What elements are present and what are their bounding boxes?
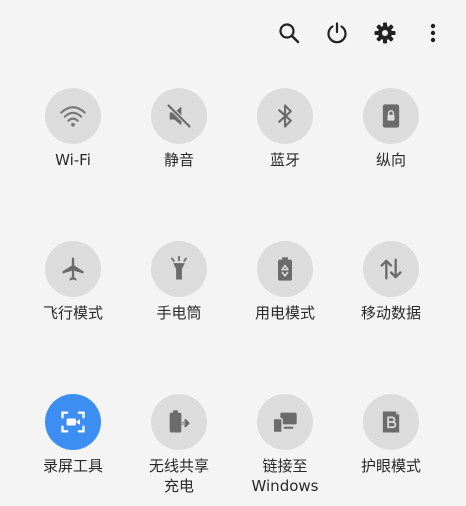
tile-bluetooth[interactable]: 蓝牙 (230, 88, 340, 170)
wireless-powershare-toggle[interactable] (151, 394, 207, 450)
tile-label: 护眼模式 (360, 457, 421, 475)
tile-airplane[interactable]: 飞行模式 (18, 241, 128, 323)
more-vert-icon (430, 23, 436, 43)
tile-label: Wi-Fi (55, 151, 91, 169)
link-to-windows-toggle[interactable] (257, 394, 313, 450)
tile-wifi[interactable]: Wi-Fi (18, 88, 128, 170)
power-mode-toggle[interactable] (257, 241, 313, 297)
eye-comfort-toggle[interactable] (363, 394, 419, 450)
tile-power-mode[interactable]: 用电模式 (230, 241, 340, 323)
eye-comfort-icon (382, 411, 400, 433)
airplane-toggle[interactable] (45, 241, 101, 297)
tile-portrait[interactable]: 纵向 (336, 88, 446, 170)
tile-label: 纵向 (375, 151, 406, 169)
flashlight-toggle[interactable] (151, 241, 207, 297)
settings-button[interactable] (372, 20, 398, 46)
tile-label: 用电模式 (254, 304, 315, 322)
tile-screen-recorder[interactable]: 录屏工具 (18, 394, 128, 476)
tile-mute[interactable]: 静音 (124, 88, 234, 170)
wifi-toggle[interactable] (45, 88, 101, 144)
tile-label: 无线共享 充电 (148, 457, 209, 495)
portrait-toggle[interactable] (363, 88, 419, 144)
tile-label: 链接至 Windows (251, 457, 319, 495)
mute-toggle[interactable] (151, 88, 207, 144)
tile-label: 飞行模式 (42, 304, 103, 322)
mobile-data-toggle[interactable] (363, 241, 419, 297)
gear-icon (374, 22, 396, 44)
wifi-icon (60, 106, 86, 127)
tile-flashlight[interactable]: 手电筒 (124, 241, 234, 323)
power-icon (327, 22, 347, 44)
mobile-data-icon (380, 258, 402, 280)
tile-label: 录屏工具 (42, 457, 103, 475)
tile-wireless-powershare[interactable]: 无线共享 充电 (124, 394, 234, 496)
top-action-bar (276, 16, 446, 50)
screen-recorder-icon (61, 411, 85, 433)
wireless-powershare-icon (169, 410, 190, 433)
battery-saver-icon (278, 257, 292, 281)
bluetooth-toggle[interactable] (257, 88, 313, 144)
tile-label: 蓝牙 (269, 151, 300, 169)
tile-mobile-data[interactable]: 移动数据 (336, 241, 446, 323)
tile-label: 手电筒 (156, 304, 202, 322)
tile-link-to-windows[interactable]: 链接至 Windows (230, 394, 340, 496)
screen-recorder-toggle[interactable] (45, 394, 101, 450)
more-options-button[interactable] (420, 20, 446, 46)
portrait-lock-icon (382, 104, 400, 128)
link-to-windows-icon (272, 412, 297, 434)
mute-icon (167, 104, 191, 128)
search-button[interactable] (276, 20, 302, 46)
tile-label: 静音 (163, 151, 194, 169)
bluetooth-icon (278, 104, 292, 128)
tile-eye-comfort[interactable]: 护眼模式 (336, 394, 446, 476)
power-button[interactable] (324, 20, 350, 46)
tile-label: 移动数据 (360, 304, 421, 322)
search-icon (279, 23, 300, 44)
airplane-icon (62, 257, 84, 281)
flashlight-icon (171, 255, 187, 280)
